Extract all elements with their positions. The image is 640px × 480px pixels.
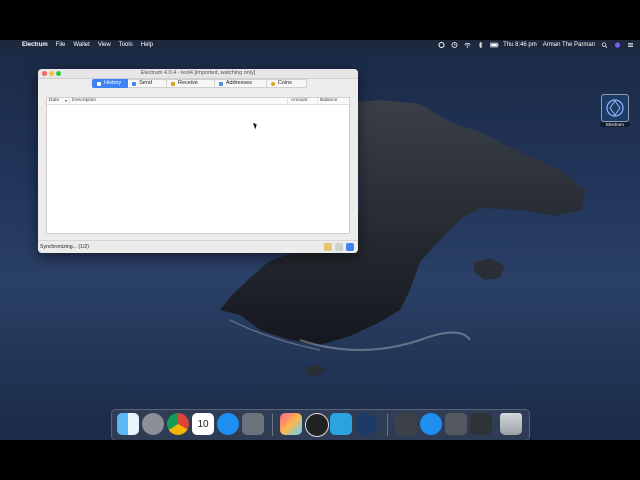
tab-bar: History Send Receive Addresses Coins <box>92 79 307 88</box>
send-icon <box>132 81 137 86</box>
battery-icon[interactable] <box>490 42 499 48</box>
chrome-icon[interactable] <box>167 413 189 435</box>
menu-bar: Electrum File Wallet View Tools Help Thu… <box>0 40 640 50</box>
dock-separator <box>387 414 388 436</box>
wifi-icon[interactable] <box>464 42 471 48</box>
menu-icon[interactable] <box>627 42 634 48</box>
tab-coins[interactable]: Coins <box>266 79 307 88</box>
tab-history[interactable]: History <box>92 79 129 88</box>
launchpad-icon[interactable] <box>142 413 164 435</box>
history-table[interactable]: Date ▾ Description Amount Balance <box>46 97 350 234</box>
telegram-icon[interactable] <box>330 413 352 435</box>
menu-help[interactable]: Help <box>141 42 153 48</box>
tab-label: Send <box>139 80 152 86</box>
siri-icon[interactable] <box>614 42 621 48</box>
dock-separator <box>272 414 273 436</box>
menu-wallet[interactable]: Wallet <box>73 42 89 48</box>
tab-receive[interactable]: Receive <box>166 79 215 88</box>
menu-clock[interactable]: Thu 8:46 pm <box>503 42 537 48</box>
column-label: Date <box>49 98 60 103</box>
lock-icon[interactable] <box>324 243 332 251</box>
electrum-desktop-icon[interactable] <box>601 94 629 122</box>
column-date[interactable]: Date ▾ <box>47 98 70 104</box>
final-cut-icon[interactable] <box>280 413 302 435</box>
table-header: Date ▾ Description Amount Balance <box>47 98 349 105</box>
trash-icon[interactable] <box>500 413 522 435</box>
app-store-icon[interactable] <box>217 413 239 435</box>
menu-status-area: Thu 8:46 pm Arman The Parman <box>438 40 634 50</box>
status-icons <box>324 243 354 251</box>
window-title: Electrum 4.0.4 - test4 [imported, watchi… <box>140 70 256 76</box>
bluetooth-icon[interactable] <box>477 41 484 49</box>
tab-addresses[interactable]: Addresses <box>214 79 267 88</box>
coins-icon <box>270 81 275 86</box>
electrum-window: Electrum 4.0.4 - test4 [imported, watchi… <box>38 69 358 253</box>
clock-icon[interactable] <box>451 42 458 48</box>
column-amount[interactable]: Amount <box>289 98 318 104</box>
preferences-icon[interactable] <box>335 243 343 251</box>
desktop-icon-label[interactable]: Electrum <box>600 122 630 127</box>
menu-file[interactable]: File <box>56 42 66 48</box>
obs-icon[interactable] <box>305 413 329 437</box>
sort-icon: ▾ <box>64 98 67 103</box>
receive-icon <box>170 81 175 86</box>
app-store-icon[interactable] <box>420 413 442 435</box>
sync-status: Synchronizing... (1/2) <box>40 244 90 250</box>
electrum-icon[interactable] <box>355 413 377 435</box>
finder-icon[interactable] <box>117 413 139 435</box>
network-icon[interactable] <box>346 243 354 251</box>
desktop: Electrum File Wallet View Tools Help Thu… <box>0 40 640 440</box>
menu-tools[interactable]: Tools <box>119 42 133 48</box>
tab-label: Addresses <box>225 80 252 86</box>
calendar-day: 10 <box>197 419 209 430</box>
tab-send[interactable]: Send <box>128 79 167 88</box>
menu-user[interactable]: Arman The Parman <box>543 42 595 48</box>
column-label: Amount <box>291 98 308 103</box>
search-icon[interactable] <box>601 42 608 48</box>
tab-label: History <box>104 80 122 86</box>
status-bar: Synchronizing... (1/2) <box>38 240 358 253</box>
calendar-icon[interactable]: 10 <box>192 413 214 435</box>
column-description[interactable]: Description <box>70 98 288 104</box>
menu-view[interactable]: View <box>98 42 111 48</box>
electrum-icon <box>606 99 624 117</box>
screenshot-icon[interactable] <box>395 413 417 435</box>
column-label: Description <box>72 98 96 103</box>
addresses-icon <box>218 81 223 86</box>
column-balance[interactable]: Balance <box>318 98 348 104</box>
gear-icon[interactable] <box>438 42 445 48</box>
column-label: Balance <box>320 98 338 103</box>
history-icon <box>97 81 101 86</box>
dock: 10 <box>111 409 530 440</box>
title-bar[interactable]: Electrum 4.0.4 - test4 [imported, watchi… <box>38 69 358 79</box>
tab-label: Coins <box>277 80 292 86</box>
tab-label: Receive <box>177 80 198 86</box>
system-preferences-icon[interactable] <box>242 413 264 435</box>
menu-app-name[interactable]: Electrum <box>22 42 48 48</box>
image-capture-icon[interactable] <box>445 413 467 435</box>
photo-icon[interactable] <box>470 413 492 435</box>
